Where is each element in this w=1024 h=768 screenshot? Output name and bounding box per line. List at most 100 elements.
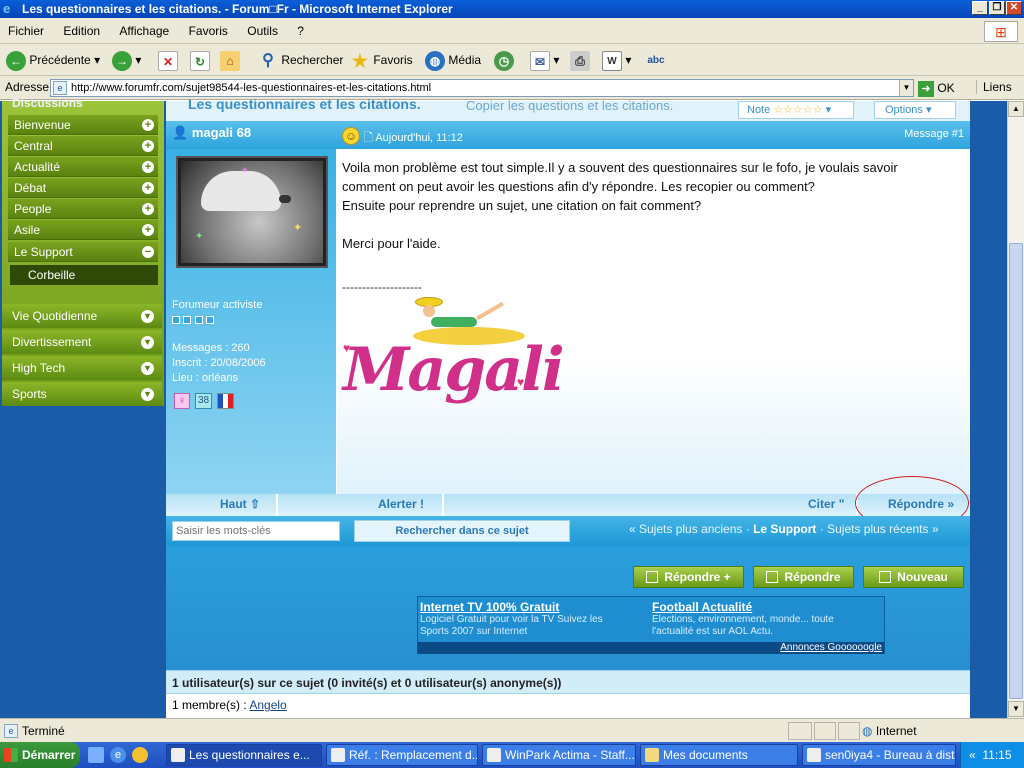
rank-squares (172, 313, 215, 327)
quicklaunch-media-icon[interactable] (132, 747, 148, 763)
author-link[interactable]: 👤 magali 68 (172, 125, 251, 141)
windows-flag-icon (4, 748, 18, 762)
refresh-button[interactable]: ↻ (190, 49, 210, 71)
edit-button[interactable]: W ▾ (602, 49, 631, 71)
stop-button[interactable]: ✕ (158, 49, 178, 71)
menu-favoris[interactable]: Favoris (181, 18, 236, 44)
sidebar-item-actualite[interactable]: Actualité + (8, 157, 158, 177)
spellcheck-button[interactable]: abc (646, 49, 666, 71)
reply-button[interactable]: Répondre (753, 566, 854, 588)
forward-arrow-icon: → (112, 50, 132, 71)
sidebar-group-divertissement[interactable]: Divertissement ▼ (2, 330, 162, 354)
go-button[interactable]: ➜ OK (918, 79, 955, 97)
user-messages: Messages : 260 (172, 342, 250, 354)
favorites-button[interactable]: ★ Favoris (350, 49, 413, 71)
options-dropdown[interactable]: Options ▾ (874, 101, 956, 119)
alert-link[interactable]: Alerter ! (378, 497, 424, 511)
mail-icon: ✉ (530, 50, 550, 71)
chevron-down-icon: ▼ (141, 388, 154, 401)
print-button[interactable]: ⎙ (570, 49, 590, 71)
sidebar-item-debat[interactable]: Débat + (8, 178, 158, 198)
keyword-search-input[interactable] (172, 521, 340, 541)
back-button[interactable]: ← Précédente ▾ (6, 49, 100, 71)
remote-desktop-icon (807, 748, 821, 762)
avatar: ✦ ✦ ✦ (176, 156, 328, 268)
ad-item[interactable]: Football Actualité Elections, environnem… (652, 600, 882, 638)
stop-icon: ✕ (158, 50, 178, 71)
close-button[interactable]: ✕ (1006, 1, 1022, 15)
task-winpark-window[interactable]: WinPark Actima - Staff... (482, 744, 636, 766)
task-ie-window[interactable]: Les questionnaires e... (166, 744, 322, 766)
sidebar-group-high-tech[interactable]: High Tech ▼ (2, 356, 162, 380)
scroll-thumb[interactable] (1009, 243, 1023, 699)
newer-topics-link[interactable]: Sujets plus récents » (827, 522, 938, 536)
refresh-icon: ↻ (190, 50, 210, 71)
post-date: 🗋 Aujourd'hui, 11:12 (364, 132, 463, 144)
topic-search-row: Rechercher dans ce sujet « Sujets plus a… (166, 516, 970, 546)
media-button[interactable]: ◍ Média (425, 49, 481, 71)
top-link[interactable]: Haut ⇧ (220, 497, 260, 511)
chevron-down-icon: ▼ (141, 310, 154, 323)
spellcheck-icon: abc (647, 54, 665, 66)
mail-button[interactable]: ✉ ▾ (530, 49, 559, 71)
minimize-button[interactable]: _ (972, 1, 988, 15)
menu-edition[interactable]: Edition (55, 18, 108, 44)
print-icon: ⎙ (570, 50, 590, 71)
note-dropdown[interactable]: Note ☆☆☆☆☆ ▾ (738, 101, 854, 119)
status-text: Terminé (22, 724, 65, 738)
history-button[interactable]: ◷ (494, 49, 514, 71)
reply-plus-button[interactable]: Répondre + (633, 566, 744, 588)
tray-expand-icon[interactable]: « (969, 748, 976, 762)
message-number[interactable]: Message #1 (904, 128, 964, 140)
sidebar-group-vie-quotidienne[interactable]: Vie Quotidienne ▼ (2, 304, 162, 328)
task-documents-window[interactable]: Mes documents (640, 744, 798, 766)
sidebar-group-sports[interactable]: Sports ▼ (2, 382, 162, 406)
sidebar-item-asile[interactable]: Asile + (8, 220, 158, 240)
sidebar-item-bienvenue[interactable]: Bienvenue + (8, 115, 158, 135)
flag-france-icon (217, 393, 234, 409)
url-field[interactable]: e http://www.forumfr.com/sujet98544-les-… (50, 79, 914, 97)
ads-footer-link[interactable]: Annonces Goooooogle (418, 642, 884, 654)
title-bar: e Les questionnaires et les citations. -… (0, 0, 1024, 18)
female-icon: ♀ (174, 393, 190, 409)
topic-navigation: « Sujets plus anciens · Le Support · Suj… (629, 522, 939, 536)
message-body: Voila mon problème est tout simple.Il y … (337, 149, 969, 494)
start-button[interactable]: Démarrer (0, 742, 80, 768)
address-label: Adresse (5, 80, 50, 94)
quicklaunch-ie-icon[interactable]: e (110, 747, 126, 763)
search-topic-button[interactable]: Rechercher dans ce sujet (354, 520, 570, 542)
sidebar-item-people[interactable]: People + (8, 199, 158, 219)
scroll-up-icon[interactable]: ▲ (1008, 101, 1024, 117)
home-button[interactable]: ⌂ (220, 49, 240, 71)
task-remote-desktop-window[interactable]: sen0iya4 - Bureau à dist... (802, 744, 956, 766)
member-link[interactable]: Angelo (249, 698, 286, 712)
menu-affichage[interactable]: Affichage (111, 18, 177, 44)
star-icon: ★ (351, 50, 369, 71)
topic-subtitle: Copier les questions et les citations. (466, 98, 674, 113)
page-icon: e (53, 81, 67, 95)
sidebar-item-le-support[interactable]: Le Support − (8, 242, 158, 262)
quote-link[interactable]: Citer " (808, 497, 844, 511)
exclamation-icon: ! (420, 497, 425, 511)
new-topic-button[interactable]: Nouveau (863, 566, 964, 588)
ad-item[interactable]: Internet TV 100% Gratuit Logiciel Gratui… (420, 600, 648, 638)
menu-help[interactable]: ? (289, 18, 312, 44)
menu-outils[interactable]: Outils (239, 18, 286, 44)
sidebar-subitem-corbeille[interactable]: Corbeille (10, 265, 158, 285)
maximize-button[interactable]: ❐ (989, 1, 1005, 15)
scroll-down-icon[interactable]: ▼ (1008, 701, 1024, 717)
links-button[interactable]: Liens (976, 80, 1012, 94)
older-topics-link[interactable]: « Sujets plus anciens (629, 522, 742, 536)
vertical-scrollbar[interactable]: ▲ ▼ (1007, 101, 1024, 718)
task-ref-window[interactable]: Réf. : Remplacement d... (326, 744, 478, 766)
search-button[interactable]: ⚲ Rechercher (258, 49, 343, 71)
sidebar-item-central[interactable]: Central + (8, 136, 158, 156)
globe-icon: ◍ (862, 724, 873, 738)
user-panel: ✦ ✦ ✦ Forumeur activiste Messages : 260 … (166, 149, 336, 494)
current-forum-link[interactable]: Le Support (753, 522, 816, 536)
url-dropdown-icon[interactable]: ▼ (899, 80, 913, 96)
quicklaunch-desktop-icon[interactable] (88, 747, 104, 763)
forward-button[interactable]: → ▾ (112, 49, 141, 71)
search-icon: ⚲ (262, 51, 274, 69)
menu-fichier[interactable]: Fichier (0, 18, 52, 44)
